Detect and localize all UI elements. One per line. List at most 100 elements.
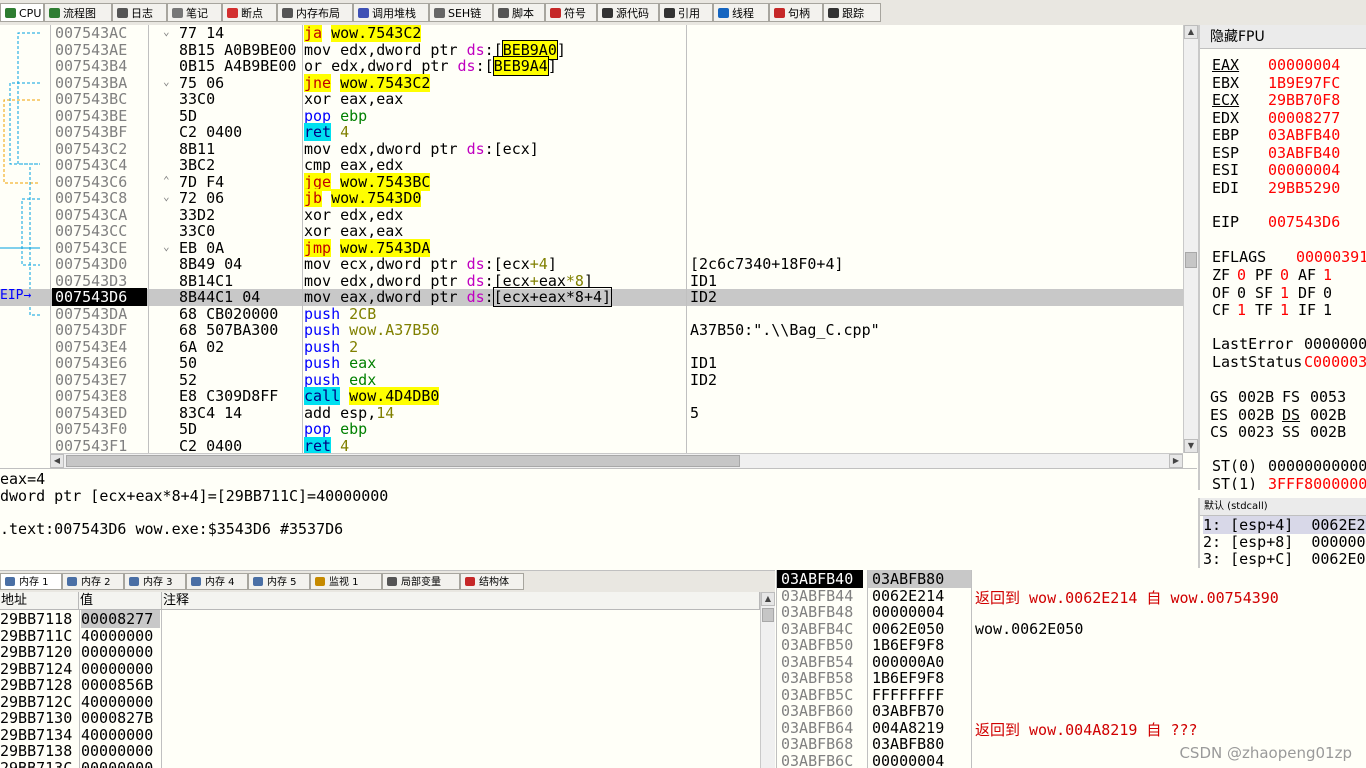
stack-row[interactable]: 03ABFB50 1B6EF9F8 bbox=[777, 636, 1366, 654]
instruction-address[interactable]: 007543F1 bbox=[55, 437, 127, 454]
stack-value[interactable]: 004A8219 bbox=[872, 719, 944, 737]
instruction-text[interactable]: push edx bbox=[304, 371, 376, 389]
disasm-row[interactable]: 007543CC 33C0 xor eax,eax bbox=[0, 222, 1183, 240]
column-header-comment[interactable]: 注释 bbox=[162, 592, 760, 610]
stack-value[interactable]: 0062E050 bbox=[872, 620, 944, 638]
instruction-text[interactable]: jne wow.7543C2 bbox=[304, 73, 431, 92]
scroll-up-icon[interactable]: ▲ bbox=[1184, 25, 1198, 39]
tab-dump-3[interactable]: 内存 3 bbox=[124, 573, 186, 590]
stack-value[interactable]: 00000004 bbox=[872, 603, 944, 621]
instruction-text[interactable]: jmp wow.7543DA bbox=[304, 238, 431, 257]
dump-row[interactable]: 29BB712C 40000000 bbox=[0, 693, 760, 711]
stack-address[interactable]: 03ABFB48 bbox=[781, 603, 853, 621]
disasm-row[interactable]: 007543AC ⌄ 77 14 ja wow.7543C2 bbox=[0, 25, 1183, 42]
dump-value[interactable]: 40000000 bbox=[81, 693, 153, 711]
fpu-st1-value[interactable]: 3FFF800000000000 bbox=[1268, 475, 1366, 491]
tab-threads[interactable]: 线程 bbox=[713, 3, 769, 22]
instruction-address[interactable]: 007543B4 bbox=[55, 57, 127, 75]
tab-breakpoint[interactable]: 断点 bbox=[222, 3, 277, 22]
instruction-address[interactable]: 007543CA bbox=[55, 206, 127, 224]
instruction-address[interactable]: 007543C2 bbox=[55, 140, 127, 158]
instruction-text[interactable]: jb wow.7543D0 bbox=[304, 189, 422, 207]
dump-address[interactable]: 29BB7128 bbox=[0, 676, 72, 694]
disasm-row[interactable]: 007543F0 5D pop ebp bbox=[0, 420, 1183, 438]
register-ecx-value[interactable]: 29BB70F8 bbox=[1268, 91, 1340, 109]
tab-log[interactable]: 日志 bbox=[112, 3, 167, 22]
instruction-text[interactable]: push wow.A37B50 bbox=[304, 321, 439, 339]
scroll-thumb[interactable] bbox=[1185, 252, 1197, 268]
calling-convention-select[interactable]: 默认 (stdcall) bbox=[1200, 498, 1366, 516]
dump-row[interactable]: 29BB7130 0000827B bbox=[0, 709, 760, 727]
tab-dump-7[interactable]: 局部变量 bbox=[382, 573, 460, 590]
hide-fpu-button[interactable]: 隐藏FPU bbox=[1200, 25, 1366, 49]
flag-af-value[interactable]: 1 bbox=[1323, 266, 1332, 284]
disasm-row[interactable]: 007543D0 8B49 04 mov ecx,dword ptr ds:[ecx… bbox=[0, 255, 1183, 273]
last-status-value[interactable]: C0000034 bbox=[1304, 353, 1366, 371]
disasm-row[interactable]: 007543B4 0B15 A4B9BE00 or edx,dword ptr ds… bbox=[0, 56, 1183, 76]
disasm-row[interactable]: 007543D3 8B14C1 mov edx,dword ptr ds:[ecx+… bbox=[0, 272, 1183, 290]
disasm-row[interactable]: 007543C8 ⌄ 72 06 jb wow.7543D0 bbox=[0, 189, 1183, 207]
tab-trace[interactable]: 跟踪 bbox=[823, 3, 881, 22]
segment-fs-value[interactable]: 0053 bbox=[1310, 388, 1346, 406]
instruction-text[interactable]: cmp eax,edx bbox=[304, 156, 403, 174]
instruction-address[interactable]: 007543CC bbox=[55, 222, 127, 240]
stack-address[interactable]: 03ABFB64 bbox=[781, 719, 853, 737]
dump-address[interactable]: 29BB712C bbox=[0, 693, 72, 711]
registers-pane[interactable]: 隐藏FPU EAX 00000004 EBX 1B9E97FC ECX 29BB70F8 E… bbox=[1198, 25, 1366, 490]
instruction-address[interactable]: 007543DF bbox=[55, 321, 127, 339]
disasm-row[interactable]: 007543E6 50 push eax ID1 bbox=[0, 354, 1183, 372]
tab-cpu[interactable]: CPU bbox=[0, 3, 44, 22]
disasm-row[interactable]: 007543E7 52 push edx ID2 bbox=[0, 371, 1183, 389]
stack-address[interactable]: 03ABFB5C bbox=[781, 686, 853, 704]
disasm-row[interactable]: 007543DA 68 CB020000 push 2CB bbox=[0, 305, 1183, 323]
memory-dump[interactable]: 地址 值 注释 29BB7118 00008277 29BB711C 40000000… bbox=[0, 592, 760, 768]
disasm-row[interactable]: 007543E4 6A 02 push 2 bbox=[0, 338, 1183, 356]
disasm-row[interactable]: 007543CE ⌄ EB 0A jmp wow.7543DA bbox=[0, 238, 1183, 257]
instruction-address[interactable]: 007543E6 bbox=[55, 354, 127, 372]
stack-row[interactable]: 03ABFB48 00000004 bbox=[777, 603, 1366, 621]
scroll-thumb[interactable] bbox=[762, 608, 774, 622]
instruction-text[interactable]: push eax bbox=[304, 354, 376, 372]
instruction-address[interactable]: 007543ED bbox=[55, 404, 127, 422]
dump-value[interactable]: 00000000 bbox=[81, 660, 153, 678]
register-ebx-value[interactable]: 1B9E97FC bbox=[1268, 74, 1340, 92]
disasm-row[interactable]: 007543C4 3BC2 cmp eax,edx bbox=[0, 156, 1183, 174]
dump-address[interactable]: 29BB7124 bbox=[0, 660, 72, 678]
stack-value[interactable]: 1B6EF9F8 bbox=[872, 669, 944, 687]
segment-ds-value[interactable]: 002B bbox=[1310, 406, 1346, 424]
disasm-row[interactable]: 007543F1 C2 0400 ret 4 bbox=[0, 436, 1183, 454]
flag-if-value[interactable]: 1 bbox=[1323, 301, 1332, 319]
instruction-text[interactable]: pop ebp bbox=[304, 107, 367, 125]
dump-row[interactable]: 29BB713C 00000000 bbox=[0, 759, 760, 768]
tab-symbols[interactable]: 符号 bbox=[545, 3, 597, 22]
instruction-text[interactable]: xor eax,eax bbox=[304, 90, 403, 108]
tab-dump-8[interactable]: 结构体 bbox=[460, 573, 524, 590]
flag-tf-value[interactable]: 1 bbox=[1280, 301, 1289, 319]
dump-row[interactable]: 29BB7138 00000000 bbox=[0, 742, 760, 760]
instruction-address[interactable]: 007543E4 bbox=[55, 338, 127, 356]
instruction-text[interactable]: ret 4 bbox=[304, 123, 349, 141]
call-arg-row[interactable]: 3: [esp+C] 0062E050 bbox=[1203, 550, 1366, 568]
flag-zf-value[interactable]: 0 bbox=[1237, 266, 1246, 284]
dump-row[interactable]: 29BB7124 00000000 bbox=[0, 660, 760, 678]
instruction-address[interactable]: 007543C8 bbox=[55, 189, 127, 207]
register-edi-value[interactable]: 29BB5290 bbox=[1268, 179, 1340, 197]
dump-value[interactable]: 40000000 bbox=[81, 627, 153, 645]
dump-value[interactable]: 00000000 bbox=[81, 742, 153, 760]
disasm-row[interactable]: 007543BE 5D pop ebp bbox=[0, 107, 1183, 125]
dump-address[interactable]: 29BB7120 bbox=[0, 643, 72, 661]
dump-value[interactable]: 40000000 bbox=[81, 726, 153, 744]
instruction-text[interactable]: mov ecx,dword ptr ds:[ecx+4] bbox=[304, 255, 557, 273]
register-eax-value[interactable]: 00000004 bbox=[1268, 56, 1340, 74]
tab-source[interactable]: 源代码 bbox=[597, 3, 659, 22]
stack-row[interactable]: 03ABFB64 004A8219 返回到 wow.004A8219 自 ??? bbox=[777, 719, 1366, 739]
register-edx-value[interactable]: 00008277 bbox=[1268, 109, 1340, 127]
instruction-text[interactable]: mov edx,dword ptr ds:[BEB9A0] bbox=[304, 39, 566, 60]
dump-address[interactable]: 29BB7138 bbox=[0, 742, 72, 760]
disasm-row[interactable]: 007543E8 E8 C309D8FF call wow.4D4DB0 bbox=[0, 387, 1183, 405]
instruction-text[interactable]: pop ebp bbox=[304, 420, 367, 438]
instruction-address[interactable]: 007543AE bbox=[55, 41, 127, 59]
stack-value[interactable]: 03ABFB80 bbox=[868, 570, 971, 588]
stack-value[interactable]: 0062E214 bbox=[872, 587, 944, 605]
tab-dump-5[interactable]: 内存 5 bbox=[248, 573, 310, 590]
